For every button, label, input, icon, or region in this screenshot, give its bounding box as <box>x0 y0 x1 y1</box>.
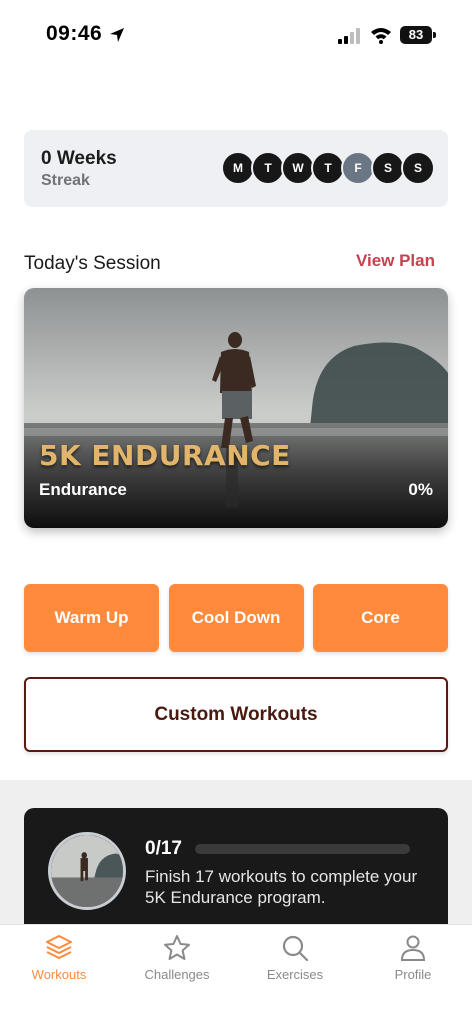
program-progress-bar <box>195 844 410 854</box>
program-thumbnail <box>48 832 126 910</box>
view-plan-link[interactable]: View Plan <box>356 251 435 271</box>
program-description: Finish 17 workouts to complete your 5K E… <box>145 867 418 907</box>
session-card[interactable]: 5K ENDURANCE Endurance 0% <box>24 288 448 528</box>
day-thu: T <box>311 151 345 185</box>
session-progress: 0% <box>408 480 433 499</box>
day-mon: M <box>221 151 255 185</box>
tab-challenges[interactable]: Challenges <box>118 925 236 995</box>
cellular-signal-icon <box>338 28 360 44</box>
streak-label: Streak <box>41 172 90 189</box>
tab-workouts[interactable]: Workouts <box>0 925 118 995</box>
tab-label-exercises: Exercises <box>266 967 324 982</box>
day-fri: F <box>341 151 375 185</box>
tab-profile[interactable]: Profile <box>354 925 472 995</box>
status-time: 09:46 <box>46 22 103 45</box>
streak-card: 0 Weeks Streak M T W T F S S <box>24 130 448 207</box>
core-button[interactable]: Core <box>313 584 448 652</box>
session-title: 5K ENDURANCE <box>39 439 291 472</box>
wifi-icon <box>371 28 391 44</box>
streak-weeks: 0 Weeks <box>41 148 117 169</box>
tab-bar: Workouts Challenges Exercises Profile <box>0 924 472 1024</box>
day-wed: W <box>281 151 315 185</box>
section-title-todays-session: Today's Session <box>24 253 161 274</box>
star-icon <box>164 935 190 960</box>
program-card[interactable]: 0/17 Finish 17 workouts to complete your… <box>24 808 448 938</box>
day-tue: T <box>251 151 285 185</box>
battery-icon: 83 <box>400 26 436 44</box>
program-count: 0/17 <box>145 838 182 859</box>
custom-workouts-button[interactable]: Custom Workouts <box>24 677 448 752</box>
session-category: Endurance <box>39 480 127 499</box>
warm-up-button[interactable]: Warm Up <box>24 584 159 652</box>
cool-down-button[interactable]: Cool Down <box>168 584 304 652</box>
quick-actions: Warm Up Cool Down Core <box>24 584 448 652</box>
status-bar: 09:46 83 <box>0 0 472 70</box>
day-sun: S <box>401 151 435 185</box>
tab-label-profile: Profile <box>394 967 432 982</box>
layers-icon <box>46 935 72 959</box>
day-sat: S <box>371 151 405 185</box>
location-arrow-icon <box>110 28 124 42</box>
tab-label-workouts: Workouts <box>31 967 87 982</box>
search-icon <box>282 935 309 962</box>
tab-exercises[interactable]: Exercises <box>236 925 354 995</box>
tab-label-challenges: Challenges <box>144 967 210 982</box>
weekday-indicators: M T W T F S S <box>221 151 435 185</box>
person-icon <box>400 935 426 961</box>
